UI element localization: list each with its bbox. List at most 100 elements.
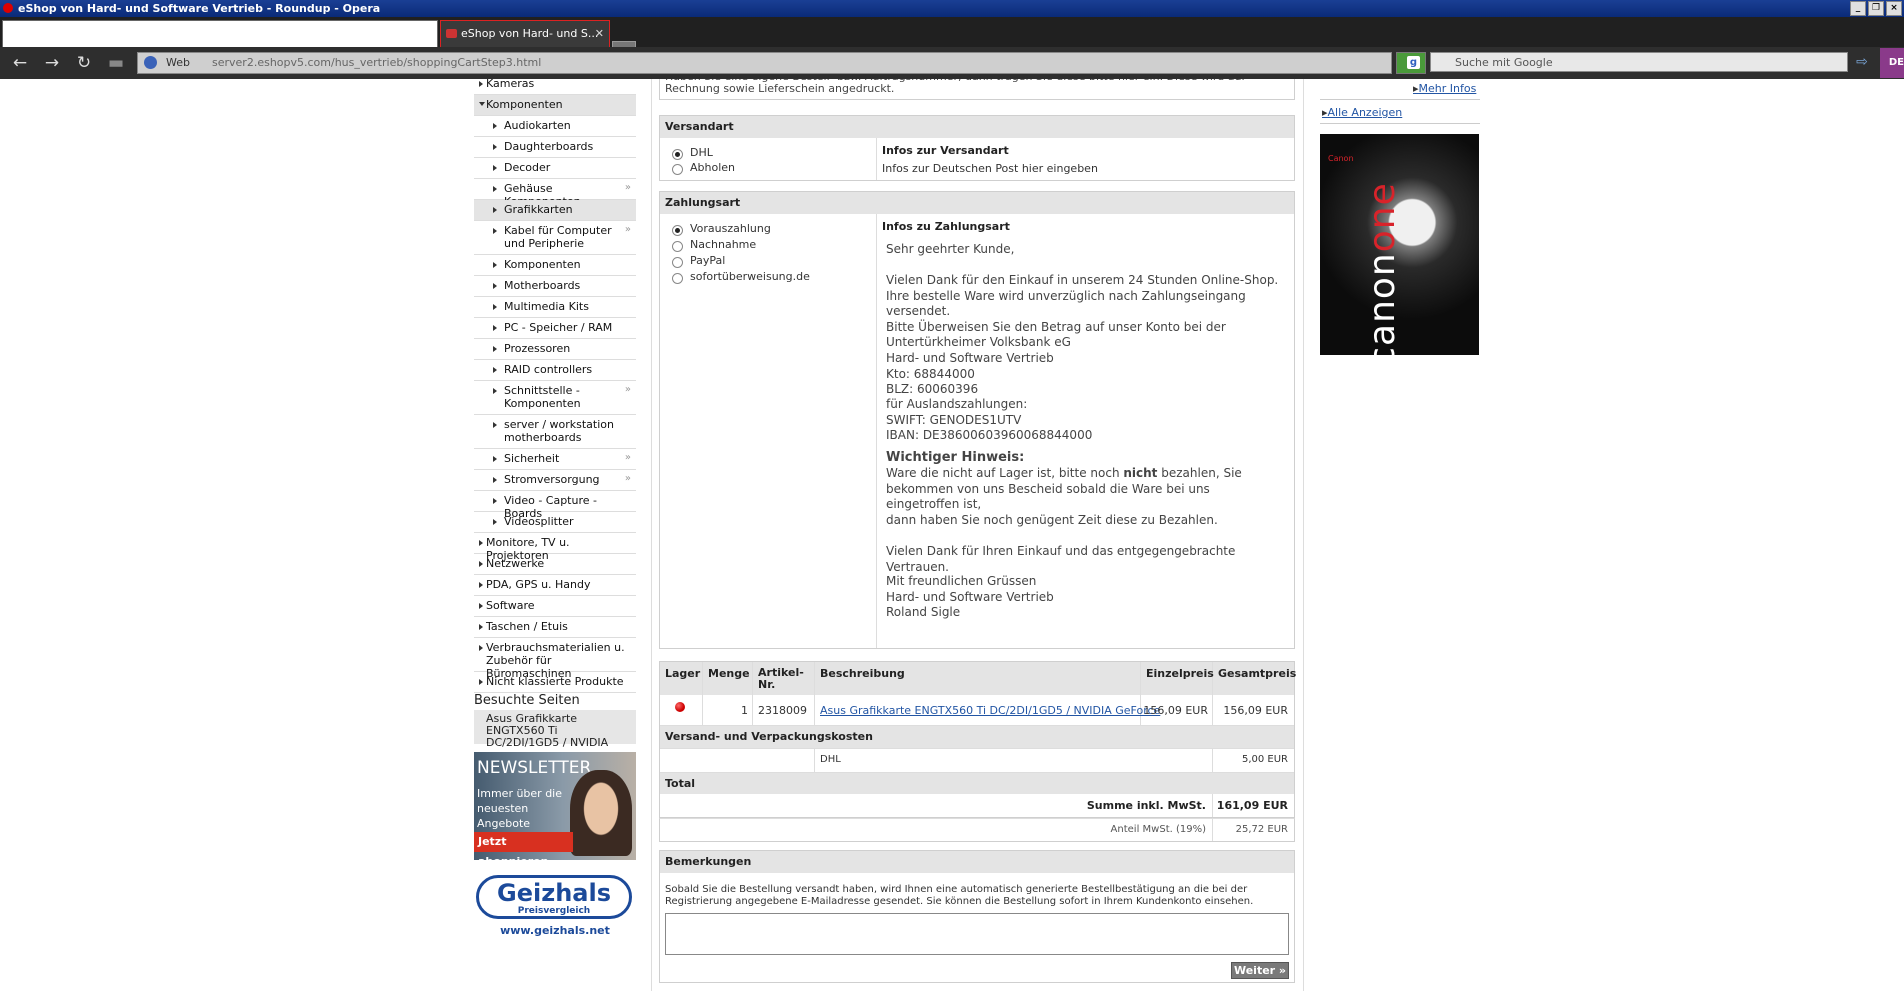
payment-info-title: Infos zu Zahlungsart — [882, 220, 1010, 233]
submenu-more-icon[interactable]: » — [625, 452, 631, 463]
submenu-more-icon[interactable]: » — [625, 224, 631, 235]
col-lager: Lager — [665, 667, 701, 680]
submenu-more-icon[interactable]: » — [625, 182, 631, 193]
sidebar-item-label: Daughterboards — [504, 140, 594, 153]
sidebar-item[interactable]: Verbrauchsmaterialien u. Zubehör für Bür… — [474, 638, 636, 680]
sidebar-item[interactable]: Multimedia Kits — [474, 297, 636, 318]
row-einzelpreis: 156,09 EUR — [1143, 704, 1208, 717]
reload-icon[interactable]: ↻ — [72, 52, 96, 74]
sidebar-item-label: Videosplitter — [504, 515, 574, 528]
address-bar[interactable]: Web server2.eshopv5.com/hus_vertrieb/sho… — [137, 52, 1392, 74]
opera-logo-icon — [3, 3, 13, 13]
more-info-label: Mehr Infos — [1418, 82, 1477, 95]
tax-value: 25,72 EUR — [1235, 824, 1288, 835]
sidebar-item-label: Stromversorgung — [504, 473, 600, 486]
submenu-more-icon[interactable]: » — [625, 384, 631, 395]
payment-radio-sofort[interactable] — [672, 273, 683, 284]
remarks-textarea[interactable] — [665, 913, 1289, 955]
sidebar-item-label: Software — [486, 599, 535, 612]
divider — [1320, 99, 1480, 100]
tab-label: eShop von Hard- und S... — [461, 27, 599, 40]
shipping-radio-dhl[interactable] — [672, 149, 683, 160]
payment-label-nachnahme: Nachnahme — [690, 238, 757, 251]
caret-right-icon — [479, 679, 483, 685]
sidebar-item[interactable]: Daughterboards — [474, 137, 636, 158]
sidebar-item[interactable]: PDA, GPS u. Handy — [474, 575, 636, 596]
product-link[interactable]: Asus Grafikkarte ENGTX560 Ti DC/2DI/1GD5… — [820, 704, 1160, 717]
download-icon[interactable]: ▬ — [104, 52, 128, 74]
sidebar-item-label: Taschen / Etuis — [486, 620, 568, 633]
sidebar-item[interactable]: Software — [474, 596, 636, 617]
payment-notice-title: Wichtiger Hinweis: — [886, 450, 1025, 465]
sidebar-item[interactable]: PC - Speicher / RAM — [474, 318, 636, 339]
sidebar-item[interactable]: Video - Capture - Boards — [474, 491, 636, 520]
shipping-method-title: Versandart — [660, 116, 1294, 138]
more-info-link[interactable]: ▸Mehr Infos — [1413, 82, 1476, 95]
search-engine-google-icon[interactable]: g — [1396, 52, 1426, 74]
tab-blank[interactable] — [2, 20, 438, 48]
caret-right-icon — [479, 540, 483, 546]
sidebar-item[interactable]: server / workstation motherboards — [474, 415, 636, 449]
continue-button[interactable]: Weiter » — [1231, 962, 1289, 979]
sidebar-item[interactable]: Nicht klassierte Produkte — [474, 672, 636, 693]
geizhals-logo-text: Geizhals — [497, 879, 611, 907]
payment-radio-vorauszahlung[interactable] — [672, 225, 683, 236]
shipping-radio-abholen[interactable] — [672, 164, 683, 175]
payment-radio-nachnahme[interactable] — [672, 241, 683, 252]
page-favicon-icon — [446, 29, 457, 38]
close-icon[interactable]: × — [1886, 1, 1902, 16]
sidebar-item[interactable]: Videosplitter — [474, 512, 636, 533]
caret-right-icon — [479, 624, 483, 630]
sum-label: Summe inkl. MwSt. — [1086, 799, 1206, 812]
sidebar-item[interactable]: Motherboards — [474, 276, 636, 297]
caret-right-icon — [479, 582, 483, 588]
canon-ad-banner[interactable]: Canon canonone — [1320, 134, 1479, 355]
back-icon[interactable]: ← — [8, 52, 32, 74]
submenu-more-icon[interactable]: » — [625, 473, 631, 484]
sidebar-item[interactable]: Grafikkarten — [474, 200, 636, 221]
newsletter-subscribe-button[interactable]: Jetzt abonnieren — [474, 832, 573, 860]
sidebar-item[interactable]: Netzwerke — [474, 554, 636, 575]
caret-down-icon — [479, 102, 485, 106]
sidebar-item[interactable]: Gehäuse Komponenten» — [474, 179, 636, 208]
payment-label-vorauszahlung: Vorauszahlung — [690, 222, 771, 235]
sidebar-item[interactable]: Sicherheit » — [474, 449, 636, 470]
newsletter-banner[interactable]: NEWSLETTER Immer über die neuesten Angeb… — [474, 752, 636, 860]
sidebar-item[interactable]: Kameras — [474, 79, 636, 95]
all-ads-link[interactable]: ▸Alle Anzeigen — [1322, 106, 1402, 119]
sidebar-item[interactable]: Komponenten — [474, 255, 636, 276]
sidebar-item-label: Kameras — [486, 79, 535, 90]
sidebar-item[interactable]: Monitore, TV u. Projektoren — [474, 533, 636, 562]
sidebar-item-label: Netzwerke — [486, 557, 545, 570]
globe-icon — [144, 56, 157, 69]
window-title: eShop von Hard- und Software Vertrieb - … — [18, 2, 381, 15]
sidebar-item[interactable]: RAID controllers — [474, 360, 636, 381]
language-marker: DE — [1880, 48, 1904, 78]
sidebar-item[interactable]: Kabel für Computer und Peripherie » — [474, 221, 636, 255]
sidebar-item[interactable]: Prozessoren — [474, 339, 636, 360]
visited-page-link[interactable]: Asus Grafikkarte ENGTX560 Ti DC/2DI/1GD5… — [474, 710, 636, 749]
sidebar-item[interactable]: Stromversorgung » — [474, 470, 636, 491]
sidebar-item[interactable]: Komponenten — [474, 95, 636, 116]
sidebar-item[interactable]: Schnittstelle - Komponenten » — [474, 381, 636, 415]
tab-eshop[interactable]: eShop von Hard- und S... ✕ — [440, 20, 610, 48]
sidebar-item[interactable]: Audiokarten — [474, 116, 636, 137]
caret-right-icon — [493, 422, 497, 428]
notice-part-1: Ware die nicht auf Lager ist, bitte noch — [886, 466, 1124, 480]
page-content: Kameras Komponenten Audiokarten Daughterboa… — [0, 79, 1904, 991]
minimize-icon[interactable]: _ — [1850, 1, 1866, 16]
order-number-note: Haben Sie eine eigene Bestell- bzw. Auft… — [665, 79, 1245, 95]
forward-icon[interactable]: → — [40, 52, 64, 74]
search-input[interactable]: Suche mit Google — [1430, 52, 1848, 72]
sidebar-item-label: Nicht klassierte Produkte — [486, 675, 624, 688]
geizhals-banner[interactable]: Geizhals Preisvergleich www.geizhals.net — [474, 875, 636, 945]
sidebar-item[interactable]: Taschen / Etuis — [474, 617, 636, 638]
sidebar-item-label: Prozessoren — [504, 342, 571, 355]
restore-icon[interactable]: ❐ — [1868, 1, 1884, 16]
search-go-icon[interactable]: ⇨ — [1850, 52, 1874, 72]
address-url[interactable]: server2.eshopv5.com/hus_vertrieb/shoppin… — [212, 53, 541, 73]
payment-radio-paypal[interactable] — [672, 257, 683, 268]
caret-right-icon — [479, 603, 483, 609]
sidebar-item[interactable]: Decoder — [474, 158, 636, 179]
tab-close-icon[interactable]: ✕ — [595, 21, 604, 47]
